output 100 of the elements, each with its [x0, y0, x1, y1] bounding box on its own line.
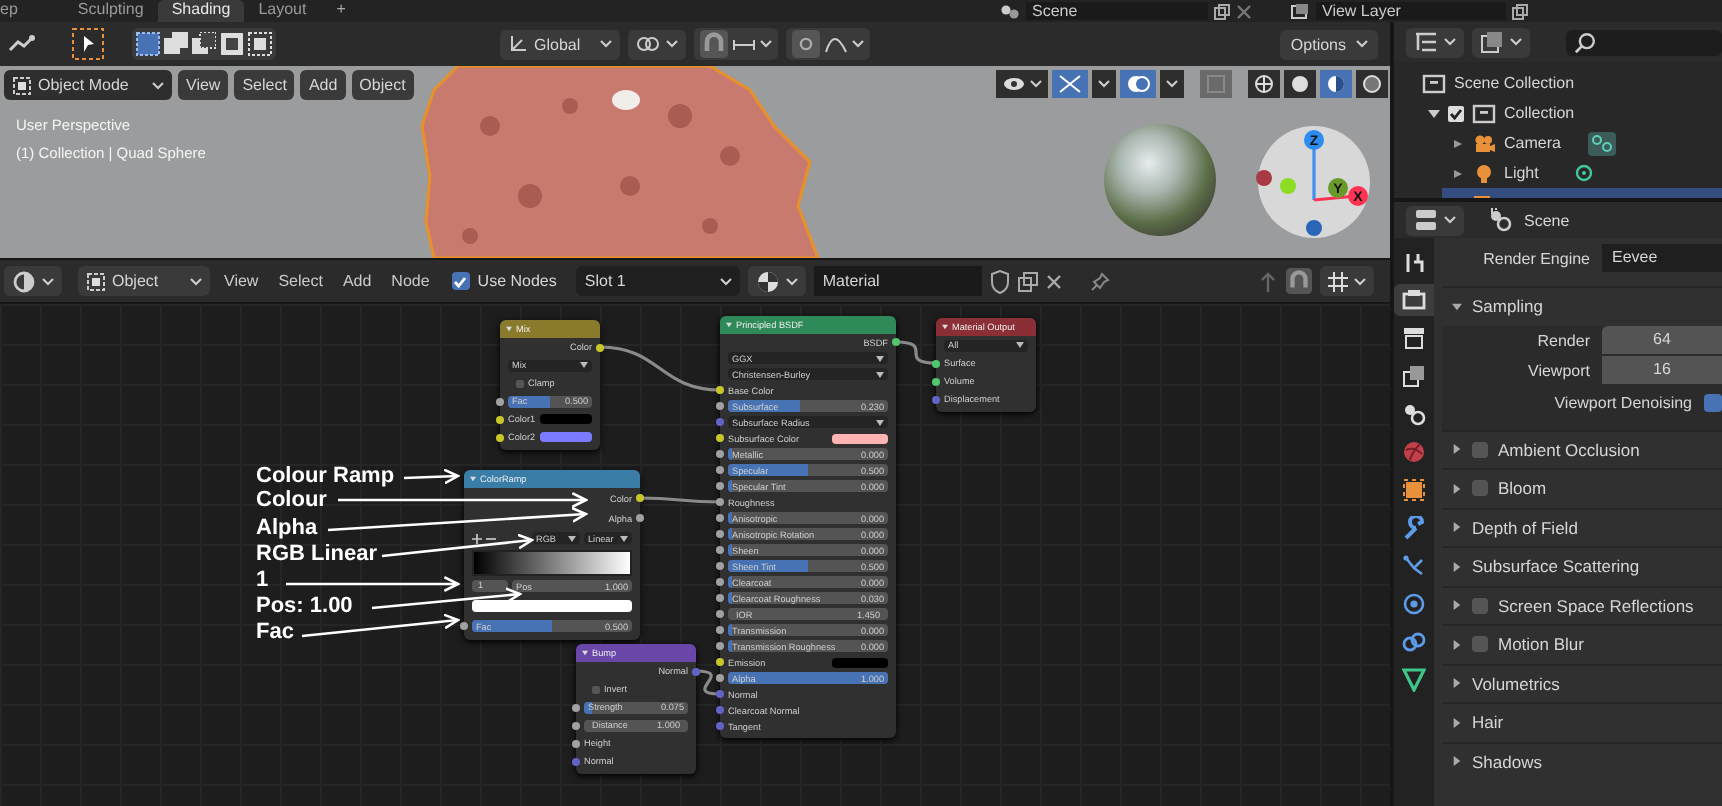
rendered-shading-button[interactable] [1356, 70, 1388, 98]
panel-header[interactable]: Volumetrics [1442, 663, 1722, 702]
input-socket[interactable] [716, 578, 724, 586]
workspace-tab[interactable]: Layout [244, 0, 321, 22]
panel-header[interactable]: Bloom [1442, 468, 1722, 507]
input-socket[interactable] [572, 721, 580, 729]
output-socket[interactable] [596, 343, 604, 351]
checkbox[interactable] [1472, 441, 1488, 458]
collapse-icon[interactable] [582, 650, 588, 656]
render-tab[interactable] [1394, 284, 1434, 316]
workspace-tab[interactable]: ep [0, 0, 32, 22]
output-socket[interactable] [636, 514, 644, 522]
input-socket[interactable] [716, 594, 724, 602]
invert-selection-icon[interactable] [220, 32, 244, 56]
input-socket[interactable] [716, 450, 724, 458]
panel-header[interactable]: Ambient Occlusion [1442, 429, 1722, 468]
pin-icon[interactable] [1090, 271, 1111, 291]
overlay-toggle[interactable] [1120, 70, 1156, 98]
input-socket[interactable] [572, 703, 580, 711]
light-data-icon[interactable] [1574, 163, 1595, 183]
outliner-row[interactable]: Camera [1442, 128, 1722, 158]
input-socket[interactable] [496, 433, 504, 441]
expand-icon[interactable] [1452, 167, 1464, 179]
copy-icon[interactable] [1214, 3, 1230, 19]
visibility-dropdown[interactable] [996, 70, 1048, 98]
slot-dropdown[interactable]: Slot 1 [576, 266, 741, 296]
input-socket[interactable] [716, 514, 724, 522]
input-socket[interactable] [716, 482, 724, 490]
shader-type-dropdown[interactable]: Object [78, 266, 210, 296]
menu-button[interactable]: Select [272, 272, 329, 290]
input-socket[interactable] [716, 690, 724, 698]
close-icon[interactable] [1236, 3, 1252, 19]
menu-button[interactable]: Add [336, 272, 378, 290]
output-socket[interactable] [636, 494, 644, 502]
magnet-icon[interactable] [700, 30, 728, 58]
workspace-tab[interactable]: Sculpting [63, 0, 158, 22]
panel-header[interactable]: Hair [1442, 702, 1722, 741]
input-socket[interactable] [496, 415, 504, 423]
menu-button[interactable]: Node [385, 272, 436, 290]
editor-type-dropdown[interactable] [4, 266, 62, 296]
input-socket[interactable] [716, 434, 724, 442]
proportional-edit-icon[interactable] [792, 30, 820, 58]
menu-button[interactable]: View [218, 272, 265, 290]
input-socket[interactable] [716, 546, 724, 554]
outliner-row[interactable]: Light [1442, 158, 1722, 188]
overlay-dropdown[interactable] [1160, 70, 1184, 98]
color-ramp-gradient[interactable] [472, 549, 632, 575]
input-socket[interactable] [716, 402, 724, 410]
input-socket[interactable] [572, 757, 580, 765]
menu-button[interactable]: Object [351, 70, 414, 100]
close-icon[interactable] [1046, 273, 1063, 289]
input-socket[interactable] [932, 377, 940, 385]
transform-orientation-dropdown[interactable]: Global [500, 29, 620, 59]
shader-node[interactable] [720, 316, 896, 738]
outliner-row[interactable]: Collection [1418, 98, 1722, 128]
expand-icon[interactable] [1452, 137, 1464, 149]
panel-header[interactable]: Motion Blur [1442, 624, 1722, 663]
parent-node-tree-icon[interactable] [1258, 269, 1279, 293]
scene-field[interactable]: Scene [1026, 2, 1208, 20]
color-swatch[interactable] [539, 432, 592, 442]
copy-icon[interactable] [1018, 271, 1039, 291]
input-socket[interactable] [932, 359, 940, 367]
checkbox[interactable] [1704, 394, 1722, 412]
falloff-curve-icon[interactable] [824, 34, 848, 54]
copy-icon[interactable] [1512, 3, 1528, 19]
color-swatch[interactable] [832, 433, 888, 443]
snap-dropdown[interactable] [1320, 266, 1375, 296]
input-socket[interactable] [572, 739, 580, 747]
color-swatch[interactable] [472, 600, 632, 612]
render-engine-dropdown[interactable]: Eevee [1602, 244, 1722, 272]
subtract-selection-icon[interactable] [192, 32, 216, 56]
material-preview-button[interactable] [1320, 70, 1352, 98]
display-mode-dropdown[interactable] [1406, 27, 1464, 57]
gizmo-dropdown[interactable] [1092, 70, 1116, 98]
panel-header[interactable]: Depth of Field [1442, 507, 1722, 546]
panel-header[interactable]: Shadows [1442, 741, 1722, 780]
input-socket[interactable] [716, 386, 724, 394]
new-selection-icon[interactable] [136, 32, 160, 56]
menu-button[interactable]: View [178, 70, 229, 100]
color-swatch[interactable] [539, 414, 592, 424]
workspace-tab[interactable]: Shading [157, 0, 245, 22]
magnet-icon[interactable] [1286, 268, 1313, 294]
material-browse-dropdown[interactable] [748, 266, 807, 296]
xray-toggle[interactable] [1200, 70, 1232, 98]
menu-button[interactable]: Add [300, 70, 346, 100]
input-socket[interactable] [716, 562, 724, 570]
intersect-selection-icon[interactable] [248, 32, 272, 56]
collapse-icon[interactable] [1428, 107, 1440, 119]
checkbox[interactable] [451, 272, 470, 290]
number-field[interactable]: 16 [1602, 356, 1722, 384]
mode-dropdown[interactable]: Object Mode [4, 70, 172, 100]
scene-icon[interactable] [1000, 3, 1020, 19]
input-socket[interactable] [716, 642, 724, 650]
input-socket[interactable] [460, 622, 468, 630]
checkbox[interactable] [1472, 597, 1488, 614]
panel-header[interactable]: Screen Space Reflections [1442, 585, 1722, 624]
extend-selection-icon[interactable] [164, 32, 188, 56]
input-socket[interactable] [496, 397, 504, 405]
options-dropdown[interactable]: Options [1280, 29, 1378, 59]
input-socket[interactable] [716, 674, 724, 682]
